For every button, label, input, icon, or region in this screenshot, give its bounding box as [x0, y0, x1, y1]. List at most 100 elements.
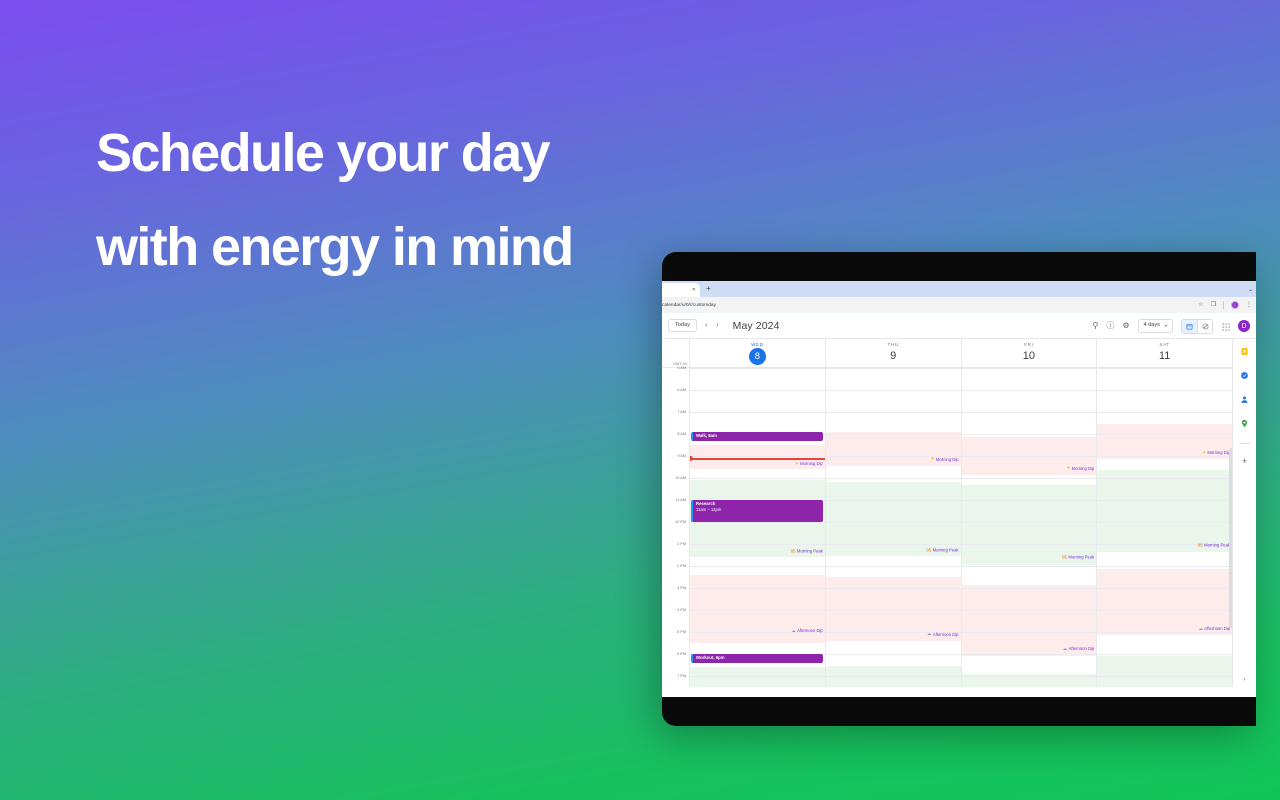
previous-period-button[interactable]: ‹: [704, 322, 708, 329]
hour-gridline: [961, 676, 1097, 677]
chevron-down-icon[interactable]: ⌄: [1248, 286, 1253, 293]
hour-gridline: [1097, 412, 1232, 413]
hour-gridline: [1097, 522, 1232, 523]
hour-label: 4 PM: [677, 608, 686, 612]
hour-gridline: [690, 412, 825, 413]
day-number[interactable]: 8: [748, 348, 766, 365]
hour-label: 12 PM: [675, 520, 686, 524]
hour-gridline: [825, 368, 961, 369]
energy-zone-label[interactable]: ☀ Morning Dip: [1066, 465, 1094, 471]
help-icon[interactable]: ⓘ: [1106, 322, 1114, 330]
hour-label: 11 AM: [675, 498, 686, 502]
energy-zone-icon: ☁: [927, 631, 932, 637]
laptop-mockup: days, st ✕ + ⌄ gle.com/calendar/u/0/r/cu…: [662, 252, 1256, 726]
energy-zone-text: Morning Dip: [1207, 450, 1230, 456]
contacts-icon[interactable]: [1240, 395, 1249, 406]
hour-label: 2 PM: [677, 564, 686, 568]
hour-gridline: [961, 610, 1097, 611]
calendar-event[interactable]: Workout, 6pm: [691, 654, 823, 664]
energy-zone-label[interactable]: ☁ Afternoon Dip: [791, 628, 823, 634]
hour-gridline: [1097, 390, 1232, 391]
energy-zone-label[interactable]: ☁ Afternoon Dip: [927, 631, 959, 637]
energy-zone-icon: ☁: [1062, 645, 1068, 651]
gear-icon[interactable]: ⚙: [1122, 322, 1129, 330]
hour-label: 7 AM: [677, 410, 686, 414]
day-number[interactable]: 9: [890, 348, 896, 364]
day-header-sat[interactable]: SAT 11: [1096, 339, 1232, 367]
view-range-dropdown[interactable]: 4 days ▾: [1137, 319, 1173, 333]
day-header-thu[interactable]: THU 9: [824, 339, 961, 367]
chrome-profile-avatar[interactable]: [1231, 301, 1239, 309]
hour-gridline: [1097, 632, 1232, 633]
new-tab-button[interactable]: +: [706, 285, 711, 293]
side-app-rail: › +: [1232, 339, 1256, 687]
energy-zone-label[interactable]: ☁ Afternoon Dip: [1063, 646, 1095, 652]
browser-tab[interactable]: days, st ✕: [662, 283, 700, 297]
apps-grid-icon[interactable]: [1221, 321, 1230, 331]
close-icon[interactable]: ✕: [692, 287, 696, 293]
hour-gridline: [1097, 478, 1232, 479]
next-period-button[interactable]: ›: [715, 322, 719, 329]
energy-zone-label[interactable]: ὒ5 Morning Peak: [1062, 555, 1094, 560]
energy-zone-label[interactable]: ὒ5 Morning Peak: [1198, 543, 1230, 548]
energy-zone-label[interactable]: ὒ5 Morning Peak: [926, 547, 958, 552]
day-of-week-label: FRI: [1024, 342, 1034, 347]
day-number[interactable]: 10: [1023, 348, 1035, 364]
energy-zone-label[interactable]: ὒ5 Morning Peak: [791, 548, 823, 553]
hour-label: 1 PM: [677, 542, 686, 546]
avatar[interactable]: D: [1238, 320, 1250, 332]
chevron-right-icon[interactable]: ›: [1244, 677, 1246, 683]
hour-gridline: [825, 500, 961, 501]
energy-zone-label[interactable]: ☀ Morning Dip: [1202, 450, 1230, 456]
day-column-sat[interactable]: ☀ Morning Dip ὒ5 Morning Peak ☁ Afternoon Dip: [1096, 368, 1232, 687]
hour-gridline: [690, 610, 825, 611]
energy-zone-label[interactable]: ☀ Morning Dip: [795, 461, 823, 467]
tasks-icon[interactable]: [1240, 371, 1249, 382]
calendar-event[interactable]: Research 11am – 12pm: [691, 500, 823, 522]
search-icon[interactable]: ⚲: [1092, 322, 1098, 330]
hour-gridline: [690, 390, 825, 391]
star-icon[interactable]: ☆: [1198, 302, 1203, 308]
hour-label: 5 PM: [677, 630, 686, 634]
hour-gridline: [961, 500, 1097, 501]
laptop-screen: days, st ✕ + ⌄ gle.com/calendar/u/0/r/cu…: [662, 281, 1256, 697]
browser-omnibox[interactable]: gle.com/calendar/u/0/r/customday ☆ ❐ ⋮: [662, 297, 1256, 313]
view-range-label: 4 days: [1143, 322, 1160, 329]
hour-gridline: [690, 368, 825, 369]
energy-zone-text: Morning Dip: [800, 461, 823, 467]
calendar-event[interactable]: Walk, 8am: [691, 432, 823, 442]
hour-gridline: [825, 588, 961, 589]
day-header-wed[interactable]: WED 8: [689, 339, 825, 367]
hour-gridline: [690, 566, 825, 567]
energy-zone-label[interactable]: ☀ Morning Dip: [930, 456, 958, 462]
page-title: May 2024: [732, 319, 780, 332]
vertical-scrollbar[interactable]: [1229, 448, 1232, 628]
hour-gridline: [961, 588, 1097, 589]
day-column-fri[interactable]: ☀ Morning Dip ὒ5 Morning Peak ☁ Afternoon Dip: [960, 368, 1097, 687]
menu-icon[interactable]: ⋮: [1246, 302, 1252, 308]
today-button[interactable]: Today: [668, 318, 697, 333]
hour-label: 3 PM: [677, 586, 686, 590]
energy-zone-icon: ☁: [791, 627, 796, 633]
event-title: Workout, 6pm: [696, 655, 725, 660]
day-header-fri[interactable]: FRI 10: [960, 339, 1097, 367]
keep-icon[interactable]: [1240, 347, 1249, 358]
tasks-view-button[interactable]: [1197, 319, 1212, 333]
day-of-week-label: THU: [887, 342, 899, 347]
day-of-week-label: WED: [751, 342, 764, 347]
day-number[interactable]: 11: [1159, 348, 1170, 364]
hour-gridline: [1097, 500, 1232, 501]
extensions-icon[interactable]: ❐: [1211, 302, 1216, 308]
maps-icon[interactable]: [1240, 419, 1249, 430]
day-column-wed[interactable]: ☀ Morning Dip ὒ5 Morning Peak ☁ Afternoon Dip…: [689, 368, 825, 687]
add-app-button[interactable]: +: [1242, 457, 1247, 466]
calendar-view-button[interactable]: [1182, 319, 1197, 333]
timezone-gutter: GMT-04: [662, 339, 689, 367]
hour-gridline: [961, 456, 1097, 457]
hour-label: 6 AM: [677, 388, 686, 392]
hour-gridline: [825, 676, 961, 677]
address-bar-url[interactable]: gle.com/calendar/u/0/r/customday: [662, 303, 716, 308]
energy-zone-peak: [1097, 656, 1232, 687]
energy-zone-label[interactable]: ☁ Afternoon Dip: [1199, 626, 1231, 632]
day-column-thu[interactable]: ☀ Morning Dip ὒ5 Morning Peak ☁ Afternoon Dip: [824, 368, 961, 687]
